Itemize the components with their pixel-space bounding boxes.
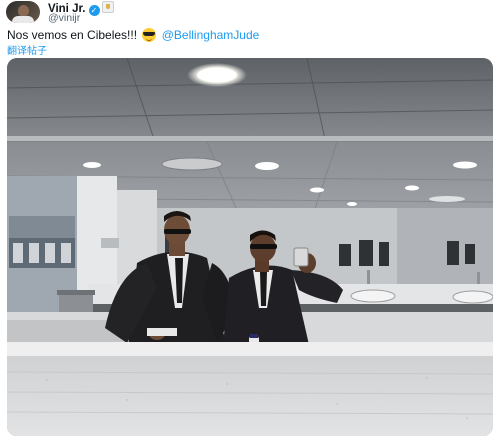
- mirror-selfie-photo-icon: [7, 58, 493, 436]
- post-photo[interactable]: [7, 58, 493, 436]
- post-text-main: Nos vemos en Cibeles!!!: [7, 28, 141, 42]
- author-handle[interactable]: @vinijr: [48, 12, 80, 24]
- post-header: Vini Jr. ✓ @vinijr: [6, 1, 494, 24]
- translate-post-link[interactable]: 翻译帖子: [7, 42, 47, 57]
- sunglasses-emoji-icon: [142, 28, 157, 42]
- post-text: Nos vemos en Cibeles!!! @BellinghamJude: [7, 28, 259, 42]
- author-avatar[interactable]: [6, 1, 40, 23]
- club-affiliation-icon[interactable]: [101, 1, 114, 13]
- mention-link[interactable]: @BellinghamJude: [162, 28, 260, 42]
- avatar-shirt: [12, 16, 34, 23]
- verified-icon: ✓: [88, 5, 100, 16]
